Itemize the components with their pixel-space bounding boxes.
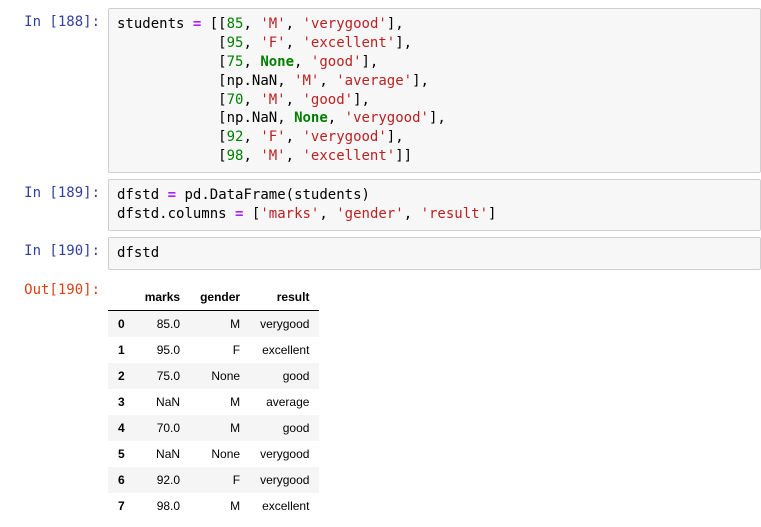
table-row: 3NaNMaverage	[108, 389, 319, 415]
code-input-188[interactable]: students = [[85, 'M', 'verygood'], [95, …	[108, 8, 761, 173]
table-row: 5NaNNoneverygood	[108, 441, 319, 467]
df-cell: M	[190, 415, 250, 441]
df-cell: F	[190, 337, 250, 363]
df-row-index: 0	[108, 310, 135, 337]
in-prompt-190: In [190]:	[0, 237, 108, 259]
df-cell: M	[190, 389, 250, 415]
in-prompt-189: In [189]:	[0, 179, 108, 201]
df-row-index: 7	[108, 493, 135, 519]
df-cell: good	[250, 363, 319, 389]
table-row: 470.0Mgood	[108, 415, 319, 441]
df-cell: verygood	[250, 310, 319, 337]
table-row: 692.0Fverygood	[108, 467, 319, 493]
code-input-190[interactable]: dfstd	[108, 237, 761, 270]
df-cell: None	[190, 441, 250, 467]
df-cell: 95.0	[135, 337, 190, 363]
table-row: 798.0Mexcellent	[108, 493, 319, 519]
df-col-header: result	[250, 284, 319, 311]
df-row-index: 6	[108, 467, 135, 493]
code-cell-190: In [190]: dfstd	[0, 237, 761, 270]
df-col-header: gender	[190, 284, 250, 311]
df-cell: 85.0	[135, 310, 190, 337]
dataframe-output: marksgenderresult085.0Mverygood195.0Fexc…	[108, 276, 761, 519]
df-row-index: 4	[108, 415, 135, 441]
code-cell-189: In [189]: dfstd = pd.DataFrame(students)…	[0, 179, 761, 231]
df-cell: average	[250, 389, 319, 415]
df-cell: NaN	[135, 441, 190, 467]
df-row-index: 5	[108, 441, 135, 467]
table-row: 195.0Fexcellent	[108, 337, 319, 363]
out-prompt-190: Out[190]:	[0, 276, 108, 298]
output-cell-190: Out[190]: marksgenderresult085.0Mverygoo…	[0, 276, 761, 519]
df-cell: M	[190, 493, 250, 519]
df-cell: verygood	[250, 467, 319, 493]
df-cell: excellent	[250, 337, 319, 363]
df-cell: verygood	[250, 441, 319, 467]
in-prompt-188: In [188]:	[0, 8, 108, 30]
df-corner	[108, 284, 135, 311]
df-cell: 70.0	[135, 415, 190, 441]
df-cell: 75.0	[135, 363, 190, 389]
df-cell: NaN	[135, 389, 190, 415]
df-cell: F	[190, 467, 250, 493]
table-row: 085.0Mverygood	[108, 310, 319, 337]
code-cell-188: In [188]: students = [[85, 'M', 'verygoo…	[0, 8, 761, 173]
df-cell: None	[190, 363, 250, 389]
df-row-index: 2	[108, 363, 135, 389]
code-input-189[interactable]: dfstd = pd.DataFrame(students) dfstd.col…	[108, 179, 761, 231]
df-col-header: marks	[135, 284, 190, 311]
df-cell: M	[190, 310, 250, 337]
df-cell: good	[250, 415, 319, 441]
table-row: 275.0Nonegood	[108, 363, 319, 389]
df-cell: excellent	[250, 493, 319, 519]
df-row-index: 3	[108, 389, 135, 415]
df-cell: 92.0	[135, 467, 190, 493]
dataframe-table: marksgenderresult085.0Mverygood195.0Fexc…	[108, 284, 319, 519]
df-cell: 98.0	[135, 493, 190, 519]
df-row-index: 1	[108, 337, 135, 363]
